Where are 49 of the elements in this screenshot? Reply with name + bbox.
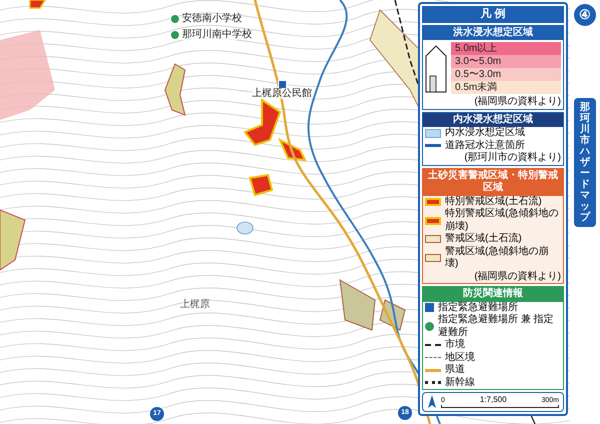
landslide-zone bbox=[164, 63, 186, 116]
place-label: 那珂川南中学校 bbox=[182, 30, 252, 40]
place-label: 安徳南小学校 bbox=[182, 14, 242, 24]
legend-item-label: 地区境 bbox=[445, 352, 475, 364]
special-warning-zone bbox=[248, 174, 274, 196]
source-note: (那珂川市の資料より) bbox=[463, 152, 562, 164]
depth-band: 5.0m以上 bbox=[451, 42, 561, 55]
city-boundary-swatch bbox=[425, 344, 441, 346]
landslide-zone bbox=[0, 209, 26, 271]
legend-item-label: 道路冠水注意箇所 bbox=[445, 140, 525, 152]
legend-heading: 防災関連情報 bbox=[423, 287, 563, 302]
building-icon bbox=[278, 80, 286, 89]
special-zone-swatch bbox=[425, 216, 441, 224]
depth-band: 3.0〜5.0m bbox=[451, 55, 561, 68]
legend-item-label: 警戒区域(土石流) bbox=[445, 233, 522, 246]
special-zone-swatch bbox=[425, 198, 441, 206]
legend-heading: 土砂災害警戒区域・特別警戒区域 bbox=[423, 168, 563, 196]
depth-band: 0.5〜3.0m bbox=[451, 68, 561, 81]
legend-item-label: 市境 bbox=[445, 339, 465, 352]
pond bbox=[236, 222, 254, 234]
legend-item-label: 特別警戒区域(土石流) bbox=[445, 196, 542, 208]
legend-item-label: 新幹線 bbox=[445, 376, 475, 389]
place-label: 上梶原公民館 bbox=[252, 89, 312, 99]
legend-item-label: 県道 bbox=[445, 364, 465, 376]
legend-item-label: 指定緊急避難場所 兼 指定避難所 bbox=[438, 314, 555, 338]
shelter-icon bbox=[425, 322, 434, 331]
source-note: (福岡県の資料より) bbox=[473, 270, 562, 283]
legend-heading: 内水浸水想定区域 bbox=[423, 112, 563, 127]
landslide-zone bbox=[339, 279, 376, 331]
railway-swatch bbox=[425, 381, 441, 384]
warning-zone-swatch bbox=[425, 235, 441, 244]
road-swatch bbox=[425, 368, 441, 372]
flood-area-swatch bbox=[425, 128, 441, 138]
legend-item-label: 特別警戒区域(急傾斜地の崩壊) bbox=[445, 208, 560, 232]
legend-item-label: 警戒区域(急傾斜地の崩壊) bbox=[445, 246, 550, 270]
legend-item-label: 内水浸水想定区域 bbox=[445, 127, 525, 140]
north-arrow-icon bbox=[427, 395, 437, 409]
legend-item-label: 指定緊急避難場所 bbox=[438, 302, 518, 314]
source-note: (福岡県の資料より) bbox=[473, 96, 562, 108]
depth-band: 0.5m未満 bbox=[451, 81, 561, 94]
special-warning-zone bbox=[29, 0, 46, 9]
page-number-badge: ④ bbox=[574, 4, 596, 26]
scale-ratio: 1:7,500 bbox=[480, 396, 507, 404]
landslide-zone bbox=[379, 299, 406, 331]
legend-title: 凡 例 bbox=[422, 6, 564, 22]
road-line-swatch bbox=[425, 144, 441, 148]
legend-heading: 洪水浸水想定区域 bbox=[423, 26, 563, 40]
warning-zone-swatch bbox=[425, 254, 441, 262]
area-label: 上梶原 bbox=[180, 300, 210, 310]
